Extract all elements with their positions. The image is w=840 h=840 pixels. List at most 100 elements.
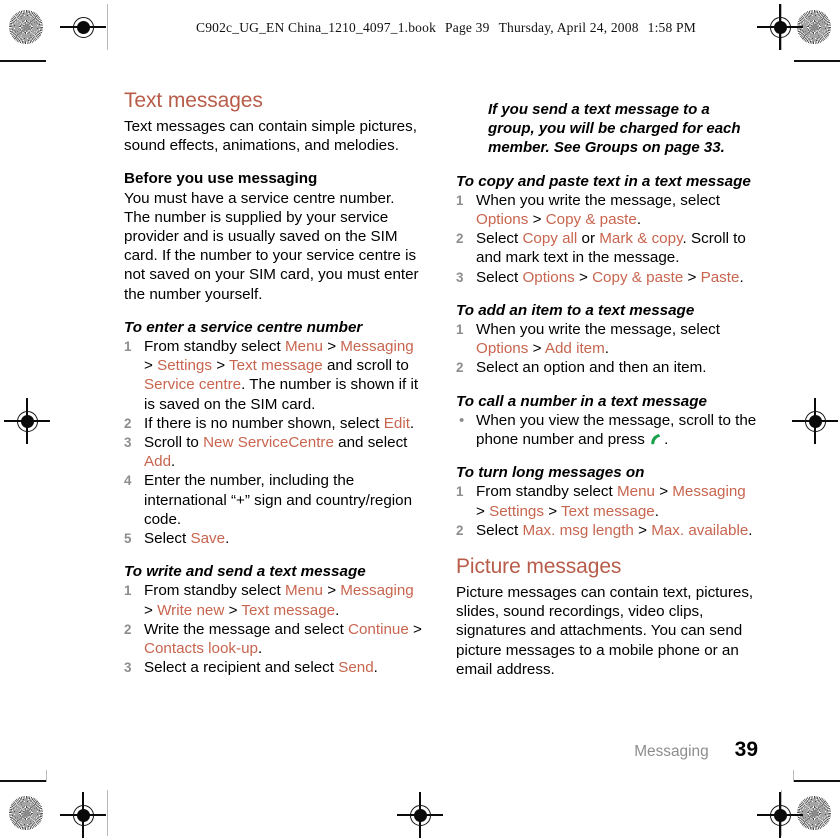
trim-guide-left-vertical-bottom: [107, 790, 108, 836]
footer-section-name: Messaging: [634, 743, 709, 760]
step-text-run: >: [322, 582, 341, 600]
step-text: Select Options > Copy & paste > Paste.: [476, 269, 744, 286]
step-text: When you write the message, select Optio…: [476, 192, 720, 228]
registration-crosshair-bottom-right: [757, 792, 803, 838]
bullet-marker: •: [459, 411, 465, 429]
step-text-run: Scroll to: [144, 434, 204, 452]
step-text-run: >: [683, 268, 701, 286]
ui-term: Settings: [489, 502, 544, 520]
step-text: If there is no number shown, select Edit…: [144, 415, 414, 432]
ui-term: Service centre: [144, 376, 242, 394]
procedure-title-write-send-text: To write and send a text message: [124, 563, 366, 581]
page-footer: Messaging 39: [634, 738, 758, 762]
step-text-run: Select: [144, 530, 191, 548]
step-text-run: >: [528, 211, 546, 229]
step-text-run: When you write the message, select: [476, 191, 720, 209]
step-number: 2: [124, 621, 132, 637]
ui-term: Write new: [157, 601, 225, 619]
step-text-run: >: [476, 502, 490, 520]
list-item: 4 Enter the number, including the interna…: [124, 471, 424, 529]
registration-crosshair-bottom-left: [60, 792, 106, 838]
registration-crosshair-left-middle: [4, 398, 50, 444]
step-text-run: .: [225, 530, 230, 548]
step-text-run: .: [604, 340, 609, 358]
procedure-title-long-messages: To turn long messages on: [456, 464, 645, 482]
step-text-run: .: [171, 453, 176, 471]
trim-guide-left-vertical: [107, 4, 108, 50]
note-text: If you send a text message to a group, y…: [488, 101, 741, 157]
step-text-run: >: [224, 601, 242, 619]
trim-mark-top-left: [0, 60, 46, 62]
list-item: 2 If there is no number shown, select Edi…: [124, 414, 424, 433]
step-text-run: >: [543, 502, 562, 520]
list-item: 2 Write the message and select Continue >…: [124, 620, 424, 658]
ui-term: Options: [476, 340, 529, 358]
step-text: From standby select Menu > Messaging > W…: [144, 582, 414, 618]
step-number: 1: [456, 484, 464, 500]
call-step-text-after: .: [664, 431, 669, 449]
ui-term: Copy & paste: [592, 268, 684, 286]
ui-term: Messaging: [340, 582, 414, 600]
step-number: 3: [124, 660, 132, 676]
step-text-run: Write the message and select: [144, 620, 349, 638]
step-text-run: Enter the number, including the internat…: [144, 472, 413, 528]
step-text: Select Save.: [144, 530, 229, 547]
step-text-run: .: [373, 659, 378, 677]
footer-page-number: 39: [734, 738, 758, 761]
procedure-steps-enter-service-centre: 1 From standby select Menu > Messaging > …: [124, 337, 424, 548]
ui-term: Menu: [284, 582, 323, 600]
trim-mark-bottom-right: [794, 780, 840, 782]
ui-term: Copy & paste: [545, 211, 637, 229]
registration-crosshair-right-middle: [792, 398, 838, 444]
ui-term: Text message: [241, 601, 336, 619]
step-text-run: >: [574, 268, 593, 286]
step-number: 3: [456, 269, 464, 285]
registration-crosshair-top-right: [757, 4, 803, 50]
step-number: 1: [456, 192, 464, 208]
procedure-steps-write-send-text: 1 From standby select Menu > Messaging > …: [124, 581, 424, 677]
step-text-run: >: [633, 521, 652, 539]
step-number: 3: [124, 435, 132, 451]
step-text: Select a recipient and select Send.: [144, 659, 378, 676]
ui-term: Save: [190, 530, 226, 548]
trim-mark-top-right: [794, 60, 840, 62]
subheading-body: You must have a service centre number. T…: [124, 189, 419, 303]
ui-term: Max. msg length: [522, 521, 634, 539]
step-text-run: Select an option and then an item.: [476, 359, 707, 377]
ui-term: Mark & copy: [599, 230, 683, 248]
procedure-title-call-number: To call a number in a text message: [456, 392, 707, 410]
left-column: Text messages Text messages can contain …: [124, 88, 424, 677]
step-text-run: or: [577, 230, 600, 248]
ui-term: Settings: [157, 357, 212, 375]
step-text-run: If there is no number shown, select: [144, 414, 384, 432]
procedure-title-copy-paste: To copy and paste text in a text message: [456, 172, 751, 190]
subheading-before-you-use-messaging: Before you use messaging: [124, 170, 318, 188]
ui-term: Add item: [544, 340, 605, 358]
step-text: When you write the message, select Optio…: [476, 321, 720, 357]
step-text: Write the message and select Continue > …: [144, 621, 422, 657]
step-text: Scroll to New ServiceCentre and select A…: [144, 434, 407, 470]
step-number: 1: [124, 339, 132, 355]
ui-term: New ServiceCentre: [203, 434, 334, 452]
list-item: 1 When you write the message, select Opti…: [456, 320, 758, 358]
step-text-run: and scroll to: [322, 357, 409, 375]
procedure-steps-copy-paste: 1 When you write the message, select Opti…: [456, 191, 758, 287]
procedure-steps-add-item: 1 When you write the message, select Opti…: [456, 320, 758, 378]
step-text-run: When you write the message, select: [476, 321, 720, 339]
ui-term: Max. available: [651, 521, 749, 539]
step-text-run: Select: [476, 230, 523, 248]
step-text-run: >: [322, 338, 341, 356]
step-text-run: .: [654, 502, 659, 520]
ui-term: Contacts look-up: [144, 640, 258, 658]
step-text: Select Copy all or Mark & copy. Scroll t…: [476, 230, 746, 266]
step-text-run: and select: [333, 434, 408, 452]
step-text-run: .: [739, 268, 744, 286]
ui-term: Menu: [616, 483, 655, 501]
step-number: 5: [124, 531, 132, 547]
step-number: 1: [456, 322, 464, 338]
right-column: If you send a text message to a group, y…: [456, 100, 758, 679]
step-number: 1: [124, 583, 132, 599]
page-title-picture-messages: Picture messages: [456, 555, 622, 579]
header-day: Thursday,: [498, 20, 554, 35]
header-page-label: Page 39: [445, 20, 490, 35]
